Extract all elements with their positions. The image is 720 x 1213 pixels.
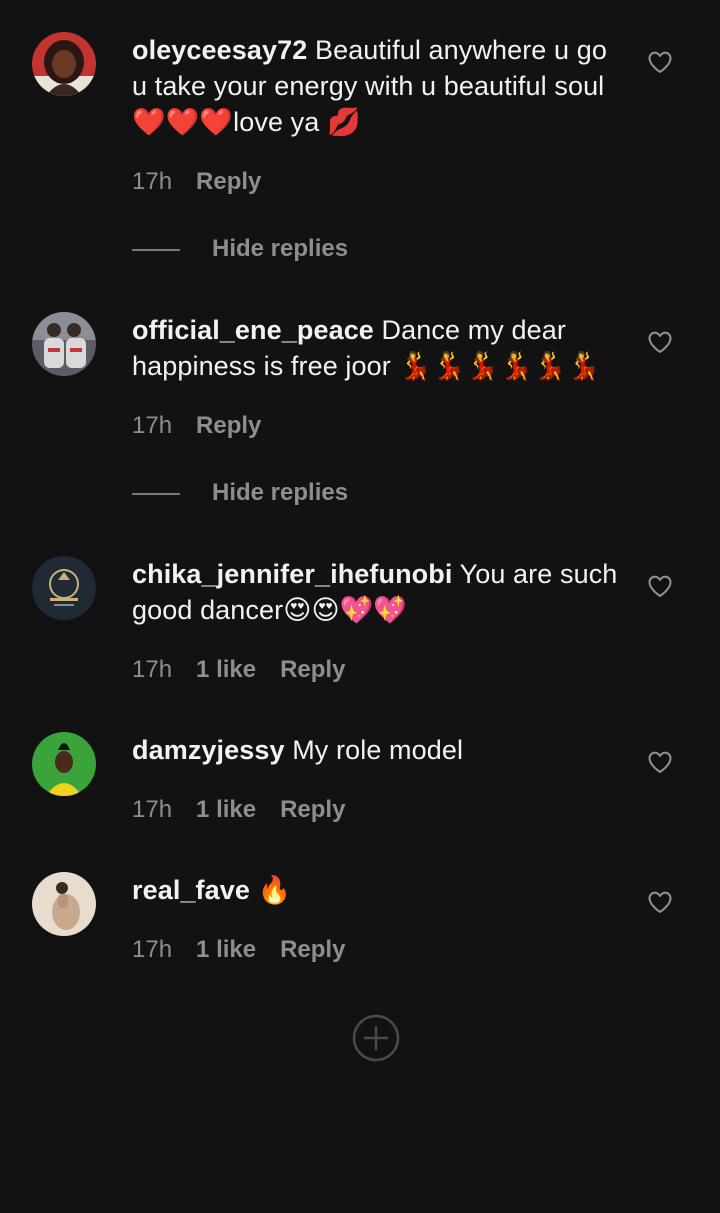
reply-button[interactable]: Reply — [280, 935, 345, 965]
reply-button[interactable]: Reply — [196, 167, 261, 197]
hide-replies-label: Hide replies — [212, 479, 349, 506]
comment-username[interactable]: oleyceesay72 — [132, 35, 307, 65]
comment-body: My role model — [292, 735, 464, 765]
comment-time: 17h — [132, 796, 173, 823]
heart-outline-icon[interactable] — [646, 328, 674, 356]
hide-replies-divider — [132, 249, 180, 251]
reply-button[interactable]: Reply — [280, 795, 345, 825]
avatar[interactable] — [32, 872, 96, 936]
comment-meta: 17h 1 like Reply — [132, 655, 345, 685]
hide-replies-label: Hide replies — [212, 235, 349, 262]
comment-time: 17h — [132, 412, 173, 439]
reply-button[interactable]: Reply — [196, 411, 261, 441]
avatar[interactable] — [32, 32, 96, 96]
likes-count[interactable]: 1 like — [196, 795, 256, 825]
avatar[interactable] — [32, 732, 96, 796]
comment-meta: 17h 1 like Reply — [132, 935, 345, 965]
heart-outline-icon[interactable] — [646, 748, 674, 776]
avatar-image — [32, 732, 96, 796]
comment-body: 🔥 — [257, 875, 292, 905]
heart-outline-icon[interactable] — [646, 48, 674, 76]
comment-username[interactable]: official_ene_peace — [132, 315, 374, 345]
likes-count[interactable]: 1 like — [196, 935, 256, 965]
avatar-image — [32, 312, 96, 376]
avatar[interactable] — [32, 556, 96, 620]
hide-replies-divider — [132, 493, 180, 495]
comment-text: official_ene_peace Dance my dear happine… — [132, 312, 622, 384]
likes-count[interactable]: 1 like — [196, 655, 256, 685]
heart-outline-icon[interactable] — [646, 888, 674, 916]
comment-time: 17h — [132, 936, 173, 963]
reply-button[interactable]: Reply — [280, 655, 345, 685]
comment-time: 17h — [132, 656, 173, 683]
avatar[interactable] — [32, 312, 96, 376]
comment-username[interactable]: real_fave — [132, 875, 250, 905]
avatar-image — [32, 556, 96, 620]
comment-text: damzyjessy My role model — [132, 732, 622, 768]
comment-meta: 17h 1 like Reply — [132, 795, 345, 825]
comment-text: real_fave 🔥 — [132, 872, 622, 908]
heart-outline-icon[interactable] — [646, 572, 674, 600]
comment-text: chika_jennifer_ihefunobi You are such go… — [132, 556, 622, 628]
avatar-image — [32, 32, 96, 96]
comment-username[interactable]: chika_jennifer_ihefunobi — [132, 559, 452, 589]
comment-username[interactable]: damzyjessy — [132, 735, 285, 765]
comment-time: 17h — [132, 168, 173, 195]
avatar-image — [32, 872, 96, 936]
comment-meta: 17h Reply — [132, 411, 261, 441]
comment-meta: 17h Reply — [132, 167, 261, 197]
plus-circle-icon[interactable] — [352, 1014, 400, 1062]
comment-text: oleyceesay72 Beautiful anywhere u go u t… — [132, 32, 622, 140]
